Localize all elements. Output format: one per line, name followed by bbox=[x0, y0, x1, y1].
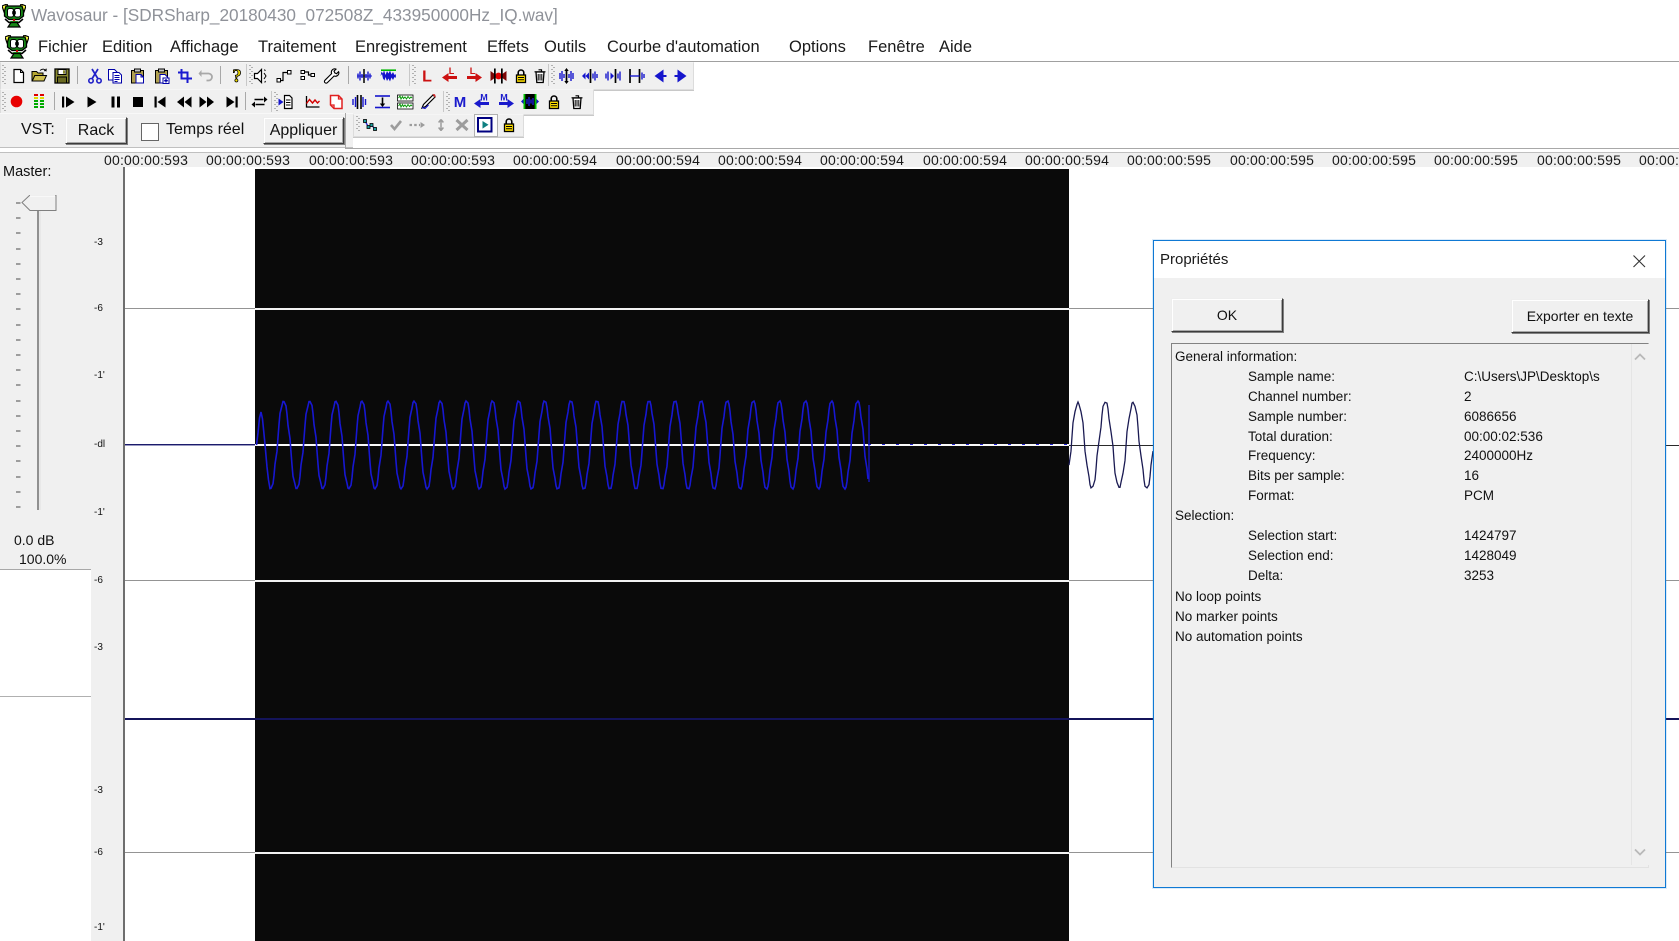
svg-text:L: L bbox=[449, 67, 455, 76]
svg-text:M: M bbox=[480, 93, 488, 103]
svg-text:?: ? bbox=[232, 67, 242, 85]
svg-text:L: L bbox=[470, 67, 476, 76]
svg-text:M: M bbox=[454, 94, 467, 110]
svg-text:L: L bbox=[422, 69, 432, 86]
svg-text:M: M bbox=[500, 93, 508, 103]
